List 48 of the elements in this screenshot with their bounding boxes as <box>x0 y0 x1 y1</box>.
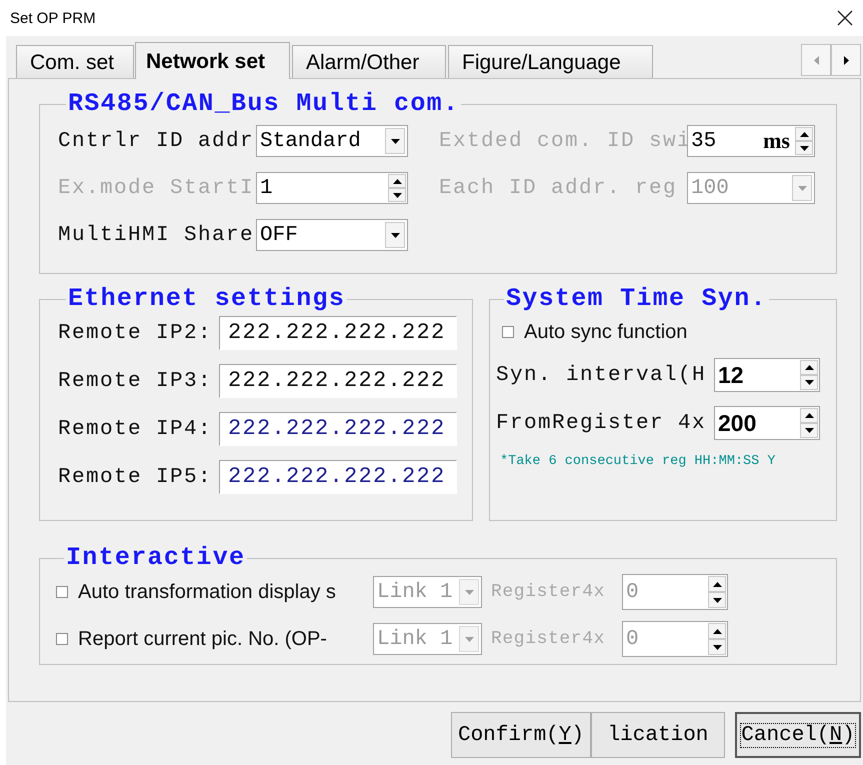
ip-field[interactable]: 222.222.222.222 <box>219 364 457 398</box>
dialog-button[interactable]: Cancel(N) <box>735 712 861 758</box>
field-label: MultiHMI Share <box>58 224 256 246</box>
hint-text: *Take 6 consecutive reg HH:MM:SS Y <box>500 454 776 469</box>
caret-icon <box>390 232 400 238</box>
caret-icon <box>390 138 400 144</box>
ip-field[interactable]: 222.222.222.222 <box>219 316 457 350</box>
dialog-button[interactable]: lication <box>591 712 725 758</box>
field-label: Remote IP4: <box>58 418 214 440</box>
checkbox[interactable] <box>56 586 68 598</box>
group-title: RS485/CAN_Bus Multi com. <box>67 89 460 119</box>
field-label: FromRegister 4x <box>496 412 708 434</box>
tab[interactable]: Network set <box>135 42 290 79</box>
arrow-right-icon <box>844 56 848 64</box>
field-label: Remote IP3: <box>58 370 214 392</box>
dropdown[interactable]: Standard <box>256 125 408 157</box>
close-button[interactable] <box>837 10 853 26</box>
group-title: System Time Syn. <box>505 284 768 314</box>
checkbox-label: Report current pic. No. (OP- <box>78 628 328 650</box>
ip-field[interactable]: 222.222.222.222 <box>219 412 457 446</box>
dialog-button[interactable]: Confirm(Y) <box>451 712 591 758</box>
checkbox[interactable] <box>56 633 68 645</box>
field-label: Remote IP2: <box>58 322 214 344</box>
caret-icon <box>464 636 474 642</box>
ip-field[interactable]: 222.222.222.222 <box>219 460 457 494</box>
tab[interactable]: Figure/Language <box>448 45 653 78</box>
field-label: Ex.mode StartI <box>58 176 256 200</box>
dropdown[interactable]: OFF <box>256 219 408 251</box>
field-label: Syn. interval(H <box>496 364 708 386</box>
field-label: Remote IP5: <box>58 466 214 488</box>
close-icon <box>837 10 853 26</box>
field-label: Register4x <box>491 629 606 649</box>
field-label: Cntrlr ID addr <box>58 130 256 152</box>
tab[interactable]: Alarm/Other <box>292 45 446 78</box>
group-title: Interactive <box>65 543 246 573</box>
group-title: Ethernet settings <box>67 284 346 314</box>
checkbox-label: Auto sync function <box>524 320 688 344</box>
caret-icon <box>464 590 474 594</box>
tab[interactable]: Com. set <box>16 45 134 78</box>
field-label: Each ID addr. reg <box>439 176 678 200</box>
arrow-left-icon <box>814 56 818 64</box>
checkbox[interactable] <box>502 326 514 338</box>
caret-icon <box>798 186 806 190</box>
checkbox-label: Auto transformation display s <box>78 580 337 604</box>
field-label: Register4x <box>491 582 606 602</box>
window-title: Set OP PRM <box>10 10 96 26</box>
field-label: Extded com. ID swi <box>439 130 687 152</box>
scroll-right-button[interactable] <box>831 44 861 76</box>
